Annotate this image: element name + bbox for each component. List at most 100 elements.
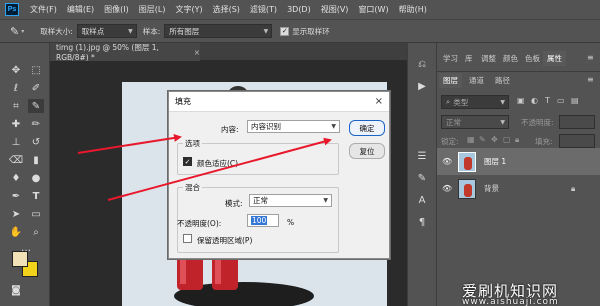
menu-type[interactable]: 文字(Y) bbox=[170, 4, 207, 15]
lock-label: 锁定: bbox=[441, 137, 459, 146]
lock-all-icon[interactable]: 🔒︎ bbox=[515, 135, 519, 145]
filter-type-icon[interactable]: T bbox=[545, 96, 550, 105]
gradient-tool-icon[interactable]: ▮ bbox=[28, 153, 44, 167]
eyedropper-tool-icon[interactable]: ✎ bbox=[28, 99, 44, 113]
adjustments-panel-icon[interactable]: ☰ bbox=[414, 149, 430, 163]
show-ring-label: 显示取样环 bbox=[292, 26, 330, 36]
tab-learn[interactable]: 学习 bbox=[439, 51, 462, 66]
filter-shape-icon[interactable]: ▭ bbox=[557, 96, 565, 105]
lock-artboard-icon[interactable]: ▢ bbox=[503, 135, 511, 144]
tab-adjustments[interactable]: 调整 bbox=[477, 51, 500, 66]
watermark-url: www.aishuaji.com bbox=[462, 297, 559, 306]
document-tab[interactable]: timg (1).jpg @ 50% (图层 1, RGB/8#) * × bbox=[50, 43, 200, 62]
healing-brush-icon[interactable]: ✚ bbox=[8, 117, 24, 131]
visibility-eye-icon[interactable]: 👁︎ bbox=[442, 184, 454, 193]
history-panel-icon[interactable]: ⎌ bbox=[414, 57, 430, 71]
menu-image[interactable]: 图像(I) bbox=[99, 4, 134, 15]
photoshop-logo: Ps bbox=[5, 3, 19, 16]
move-tool-icon[interactable]: ✥ bbox=[8, 63, 24, 77]
layer-filter-select[interactable]: ⌕ 类型 ▼ bbox=[441, 95, 509, 109]
opacity-unit: % bbox=[287, 218, 295, 227]
brush-settings-icon[interactable]: ✎ bbox=[414, 171, 430, 185]
hand-tool-icon[interactable]: ✋ bbox=[8, 225, 24, 239]
filter-smart-icon[interactable]: ▤ bbox=[571, 96, 579, 105]
sample-size-value: 取样点 bbox=[81, 26, 105, 36]
menu-edit[interactable]: 编辑(E) bbox=[62, 4, 99, 15]
layer-row[interactable]: 👁︎ 图层 1 bbox=[437, 148, 600, 175]
reset-button[interactable]: 复位 bbox=[349, 143, 385, 159]
path-select-tool-icon[interactable]: ➤ bbox=[8, 207, 24, 221]
stamp-tool-icon[interactable]: ⊥ bbox=[8, 135, 24, 149]
opacity-input[interactable]: 100 bbox=[247, 214, 279, 227]
eraser-tool-icon[interactable]: ⌫ bbox=[8, 153, 24, 167]
layer-name: 图层 1 bbox=[484, 157, 507, 166]
actions-panel-icon[interactable]: ▶ bbox=[414, 79, 430, 93]
menu-help[interactable]: 帮助(H) bbox=[394, 4, 432, 15]
ok-button[interactable]: 确定 bbox=[349, 120, 385, 136]
sample-select[interactable]: 所有图层 ▼ bbox=[164, 24, 273, 38]
crop-tool-icon[interactable]: ⌗ bbox=[8, 99, 24, 113]
content-label: 内容: bbox=[221, 125, 239, 134]
menu-file[interactable]: 文件(F) bbox=[25, 4, 62, 15]
tab-channels[interactable]: 通道 bbox=[465, 73, 488, 88]
panel-menu-icon[interactable]: ≡ bbox=[587, 53, 594, 62]
tab-properties[interactable]: 属性 bbox=[543, 51, 566, 66]
layer-row[interactable]: 👁︎ 背景 🔒︎ bbox=[437, 175, 600, 202]
type-tool-icon[interactable]: T bbox=[28, 189, 44, 203]
tab-layers[interactable]: 图层 bbox=[439, 73, 462, 88]
blur-tool-icon[interactable]: ♦ bbox=[8, 171, 24, 185]
blend-group-label: 混合 bbox=[183, 182, 202, 193]
sample-label: 样本: bbox=[142, 26, 161, 36]
quick-mask-icon[interactable]: ◙ bbox=[8, 283, 24, 297]
eyedropper-tool-icon[interactable]: ✎ bbox=[10, 25, 19, 38]
show-ring-checkbox[interactable]: ✓ bbox=[280, 26, 290, 36]
zoom-tool-icon[interactable]: ⌕ bbox=[28, 225, 44, 239]
lock-pixels-icon[interactable]: ▦ bbox=[467, 135, 475, 144]
lock-paint-icon[interactable]: ✎ bbox=[479, 135, 486, 144]
chevron-down-icon: ▼ bbox=[323, 197, 328, 204]
preserve-transparency-label: 保留透明区域(P) bbox=[197, 236, 253, 245]
history-brush-icon[interactable]: ↺ bbox=[28, 135, 44, 149]
shape-tool-icon[interactable]: ▭ bbox=[28, 207, 44, 221]
chevron-down-icon: ▼ bbox=[500, 99, 505, 106]
dialog-titlebar[interactable]: 填充 × bbox=[169, 92, 389, 112]
close-icon[interactable]: × bbox=[375, 96, 383, 107]
quick-select-tool-icon[interactable]: ✐ bbox=[28, 81, 44, 95]
filter-adjust-icon[interactable]: ◐ bbox=[531, 96, 538, 105]
tab-swatches[interactable]: 色板 bbox=[521, 51, 544, 66]
sample-size-label: 取样大小: bbox=[40, 26, 73, 36]
opacity-input[interactable] bbox=[559, 115, 595, 129]
menu-window[interactable]: 窗口(W) bbox=[353, 4, 393, 15]
dodge-tool-icon[interactable]: ● bbox=[28, 171, 44, 185]
tab-color[interactable]: 颜色 bbox=[499, 51, 522, 66]
paragraph-panel-icon[interactable]: ¶ bbox=[414, 215, 430, 229]
sample-size-select[interactable]: 取样点 ▼ bbox=[76, 24, 137, 38]
brush-tool-icon[interactable]: ✏ bbox=[28, 117, 44, 131]
menu-filter[interactable]: 滤镜(T) bbox=[245, 4, 282, 15]
color-adapt-checkbox[interactable]: ✓ bbox=[183, 157, 192, 166]
fill-label: 填充: bbox=[535, 137, 553, 146]
menu-3d[interactable]: 3D(D) bbox=[282, 5, 316, 14]
menu-select[interactable]: 选择(S) bbox=[208, 4, 245, 15]
tool-preset-chevron-icon[interactable]: ▾ bbox=[21, 28, 24, 35]
preserve-transparency-checkbox[interactable] bbox=[183, 234, 192, 243]
lasso-tool-icon[interactable]: ℓ bbox=[8, 81, 24, 95]
panel-menu-icon[interactable]: ≡ bbox=[587, 75, 594, 84]
foreground-color-swatch[interactable] bbox=[12, 251, 28, 267]
menu-view[interactable]: 视图(V) bbox=[316, 4, 354, 15]
filter-pixel-icon[interactable]: ▣ bbox=[517, 96, 525, 105]
blend-mode-select[interactable]: 正常 ▼ bbox=[441, 115, 509, 129]
layer-filter-placeholder: 类型 bbox=[453, 97, 469, 107]
menu-layer[interactable]: 图层(L) bbox=[134, 4, 171, 15]
tab-paths[interactable]: 路径 bbox=[491, 73, 514, 88]
pen-tool-icon[interactable]: ✒ bbox=[8, 189, 24, 203]
character-panel-icon[interactable]: A bbox=[414, 193, 430, 207]
lock-move-icon[interactable]: ✥ bbox=[491, 135, 498, 144]
mode-select[interactable]: 正常 ▼ bbox=[249, 194, 332, 207]
fill-input[interactable] bbox=[559, 134, 595, 148]
tab-libraries[interactable]: 库 bbox=[461, 51, 477, 66]
content-select[interactable]: 内容识别 ▼ bbox=[247, 120, 340, 133]
close-icon[interactable]: × bbox=[194, 48, 200, 57]
marquee-tool-icon[interactable]: ⬚ bbox=[28, 63, 44, 77]
visibility-eye-icon[interactable]: 👁︎ bbox=[442, 157, 454, 166]
